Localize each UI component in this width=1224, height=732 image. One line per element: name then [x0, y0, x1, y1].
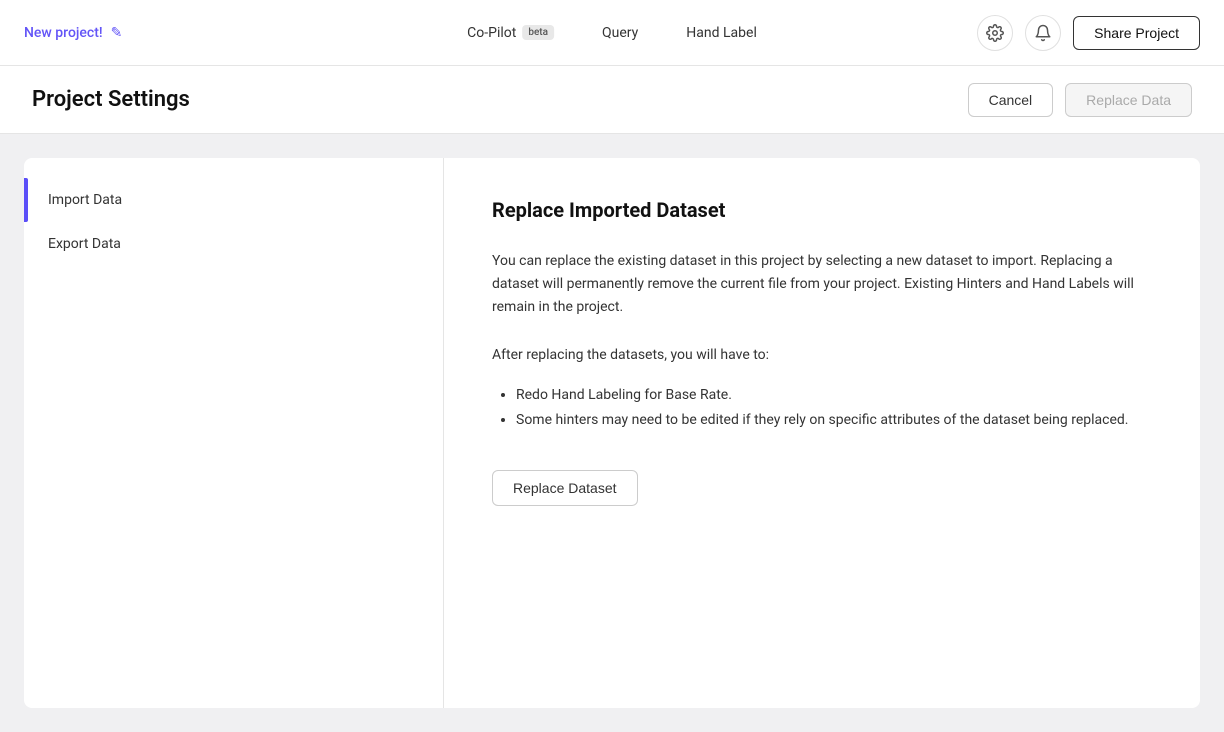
- bullet-list: Redo Hand Labeling for Base Rate. Some h…: [492, 383, 1152, 433]
- nav-item-hand-label[interactable]: Hand Label: [686, 25, 757, 41]
- notifications-button[interactable]: [1025, 15, 1061, 51]
- header-actions: Cancel Replace Data: [968, 83, 1192, 117]
- page-header: Project Settings Cancel Replace Data: [0, 66, 1224, 134]
- replace-data-button[interactable]: Replace Data: [1065, 83, 1192, 117]
- query-label: Query: [602, 25, 638, 41]
- content-panel: Replace Imported Dataset You can replace…: [444, 158, 1200, 708]
- nav-item-query[interactable]: Query: [602, 25, 638, 41]
- replace-dataset-button[interactable]: Replace Dataset: [492, 470, 638, 506]
- nav-center: Co-Pilot beta Query Hand Label: [467, 25, 757, 41]
- gear-icon: [986, 24, 1004, 42]
- cancel-button[interactable]: Cancel: [968, 83, 1054, 117]
- bell-icon: [1034, 24, 1052, 42]
- sidebar: Import Data Export Data: [24, 158, 444, 708]
- beta-badge: beta: [522, 25, 554, 40]
- nav-right: Share Project: [977, 15, 1200, 51]
- page-title: Project Settings: [32, 87, 968, 112]
- nav-item-copilot[interactable]: Co-Pilot beta: [467, 25, 554, 41]
- hand-label-label: Hand Label: [686, 25, 757, 41]
- after-replacing-text: After replacing the datasets, you will h…: [492, 347, 1152, 363]
- sidebar-item-import-data[interactable]: Import Data: [24, 178, 443, 222]
- edit-icon[interactable]: ✎: [111, 25, 123, 41]
- bullet-item-2: Some hinters may need to be edited if th…: [516, 408, 1152, 433]
- sidebar-item-export-data[interactable]: Export Data: [24, 222, 443, 266]
- content-title: Replace Imported Dataset: [492, 198, 1152, 222]
- nav-left: New project! ✎: [24, 25, 122, 41]
- new-project-link[interactable]: New project!: [24, 25, 103, 41]
- settings-button[interactable]: [977, 15, 1013, 51]
- share-project-button[interactable]: Share Project: [1073, 16, 1200, 50]
- content-body: You can replace the existing dataset in …: [492, 250, 1152, 319]
- export-data-label: Export Data: [48, 236, 121, 252]
- top-nav: New project! ✎ Co-Pilot beta Query Hand …: [0, 0, 1224, 66]
- copilot-label: Co-Pilot: [467, 25, 516, 41]
- main-content: Import Data Export Data Replace Imported…: [0, 134, 1224, 732]
- import-data-label: Import Data: [48, 192, 122, 208]
- bullet-item-1: Redo Hand Labeling for Base Rate.: [516, 383, 1152, 408]
